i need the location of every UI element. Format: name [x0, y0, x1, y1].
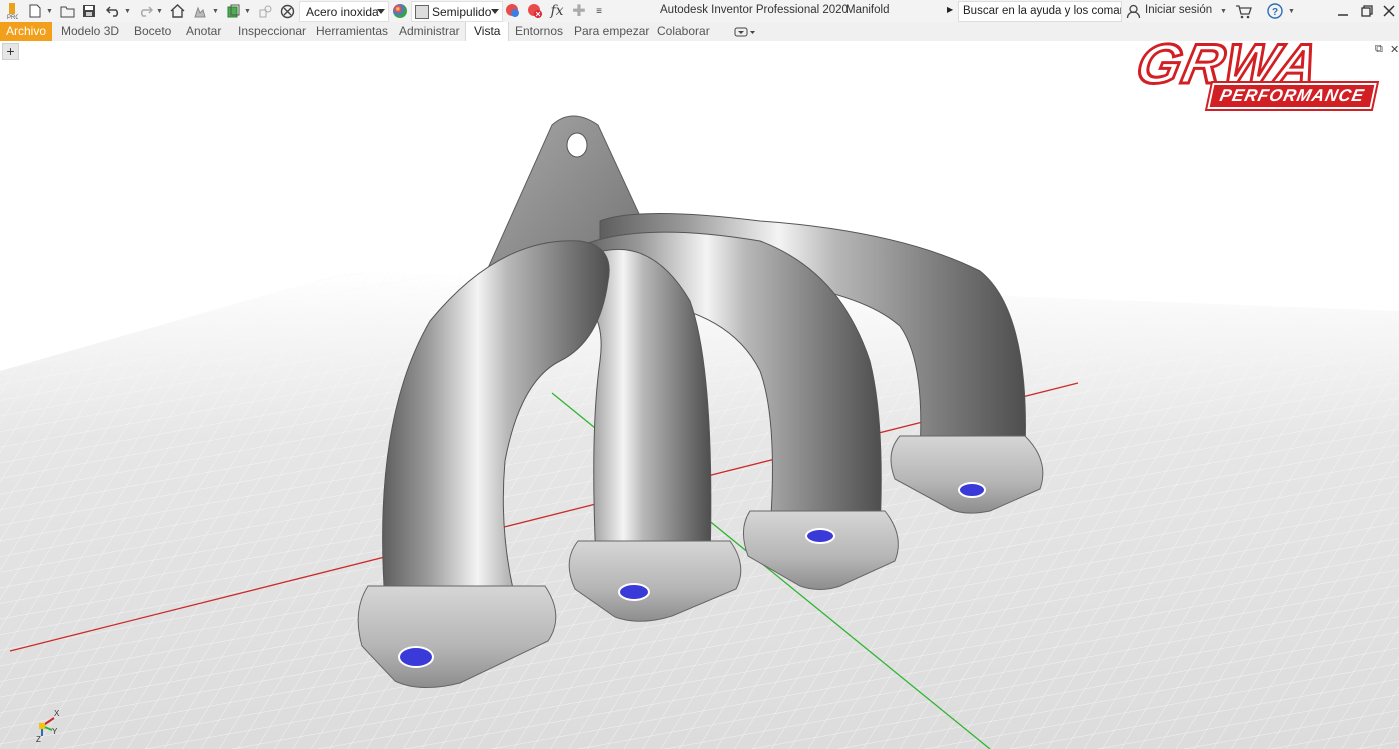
y-axis-label: Y: [52, 727, 58, 736]
close-document-icon[interactable]: ✕: [1390, 43, 1399, 56]
tab-administrar[interactable]: Administrar: [399, 22, 460, 41]
help-search-placeholder: Buscar en la ayuda y los comandos: [963, 5, 1121, 17]
undo-icon[interactable]: [104, 2, 122, 20]
material-select[interactable]: Acero inoxida: [299, 1, 389, 22]
x-axis-label: X: [54, 709, 60, 718]
z-axis-label: Z: [36, 735, 41, 744]
appearance-select[interactable]: Semipulido: [411, 1, 503, 22]
axis-triad-icon[interactable]: X Y Z: [28, 704, 68, 744]
sign-in-link[interactable]: Iniciar sesión: [1145, 4, 1212, 16]
open-folder-icon[interactable]: [58, 2, 76, 20]
chevron-down-icon[interactable]: ▼: [124, 8, 131, 15]
tab-inspeccionar[interactable]: Inspeccionar: [238, 22, 306, 41]
redo-icon[interactable]: [136, 2, 154, 20]
new-document-tab-button[interactable]: +: [2, 43, 19, 60]
ribbon-tabs: Archivo Modelo 3D Boceto Anotar Inspecci…: [0, 22, 1399, 42]
fx-label: fx: [550, 3, 564, 19]
search-expand-icon[interactable]: ▶: [947, 5, 953, 14]
help-icon[interactable]: ?: [1266, 2, 1284, 20]
chevron-down-icon: [377, 9, 385, 14]
home-icon[interactable]: [168, 2, 186, 20]
svg-text:PRO: PRO: [7, 15, 18, 20]
customize-toolbar-icon[interactable]: ≡: [590, 2, 608, 20]
material-value: Acero inoxida: [306, 4, 379, 19]
save-icon[interactable]: [80, 2, 98, 20]
chevron-down-icon: [491, 9, 499, 14]
new-file-icon[interactable]: [26, 2, 44, 20]
graphics-viewport[interactable]: + ⧉ ✕ GRWA PERFORMANCE X Y Z: [0, 41, 1399, 749]
tab-archivo[interactable]: Archivo: [0, 22, 53, 41]
tab-herramientas[interactable]: Herramientas: [316, 22, 388, 41]
inventor-logo-icon[interactable]: PRO: [3, 2, 21, 20]
chevron-down-icon[interactable]: ▼: [1288, 8, 1295, 15]
tab-vista[interactable]: Vista: [465, 22, 510, 42]
tab-colaborar[interactable]: Colaborar: [657, 22, 710, 41]
appearance-value: Semipulido: [432, 4, 492, 19]
help-search-input[interactable]: Buscar en la ayuda y los comandos: [958, 1, 1122, 22]
tab-boceto[interactable]: Boceto: [134, 22, 171, 41]
close-icon[interactable]: [1380, 2, 1398, 20]
appearance-ball-icon[interactable]: [391, 2, 409, 20]
no-select-icon[interactable]: [278, 2, 296, 20]
select-filter-icon[interactable]: [190, 2, 208, 20]
svg-text:?: ?: [1272, 7, 1278, 18]
adjust-appearance-icon[interactable]: [504, 2, 522, 20]
tab-para-empezar[interactable]: Para empezar: [574, 22, 649, 41]
logo-subtitle: PERFORMANCE: [1205, 81, 1380, 111]
minimize-icon[interactable]: [1334, 2, 1352, 20]
plus-icon[interactable]: ✚: [570, 2, 588, 20]
appearance-swatch-icon: [415, 4, 429, 19]
update-icon[interactable]: [224, 2, 242, 20]
grwa-performance-logo: GRWA PERFORMANCE: [1118, 41, 1388, 129]
clear-appearance-icon[interactable]: [526, 2, 544, 20]
chevron-down-icon[interactable]: ▼: [156, 8, 163, 15]
user-icon[interactable]: [1124, 2, 1142, 20]
quick-access-toolbar: PRO ▼ ▼ ▼ ▼ ▼ Acero inoxida Semipulido f…: [0, 0, 1399, 22]
ribbon-display-options-button[interactable]: [734, 22, 756, 41]
chevron-down-icon[interactable]: ▼: [46, 8, 53, 15]
viewport-scene: [0, 115, 1399, 749]
tab-entornos[interactable]: Entornos: [515, 22, 563, 41]
chevron-down-icon[interactable]: ▼: [1220, 8, 1227, 15]
document-title: Manifold: [846, 4, 890, 16]
tab-anotar[interactable]: Anotar: [186, 22, 221, 41]
tab-modelo-3d[interactable]: Modelo 3D: [61, 22, 119, 41]
restore-icon[interactable]: [1358, 2, 1376, 20]
chevron-down-icon[interactable]: ▼: [244, 8, 251, 15]
chevron-down-icon[interactable]: ▼: [212, 8, 219, 15]
measure-icon[interactable]: [256, 2, 274, 20]
app-title: Autodesk Inventor Professional 2020: [660, 4, 848, 16]
cart-icon[interactable]: [1234, 2, 1252, 20]
parameters-fx-icon[interactable]: fx: [548, 2, 566, 20]
